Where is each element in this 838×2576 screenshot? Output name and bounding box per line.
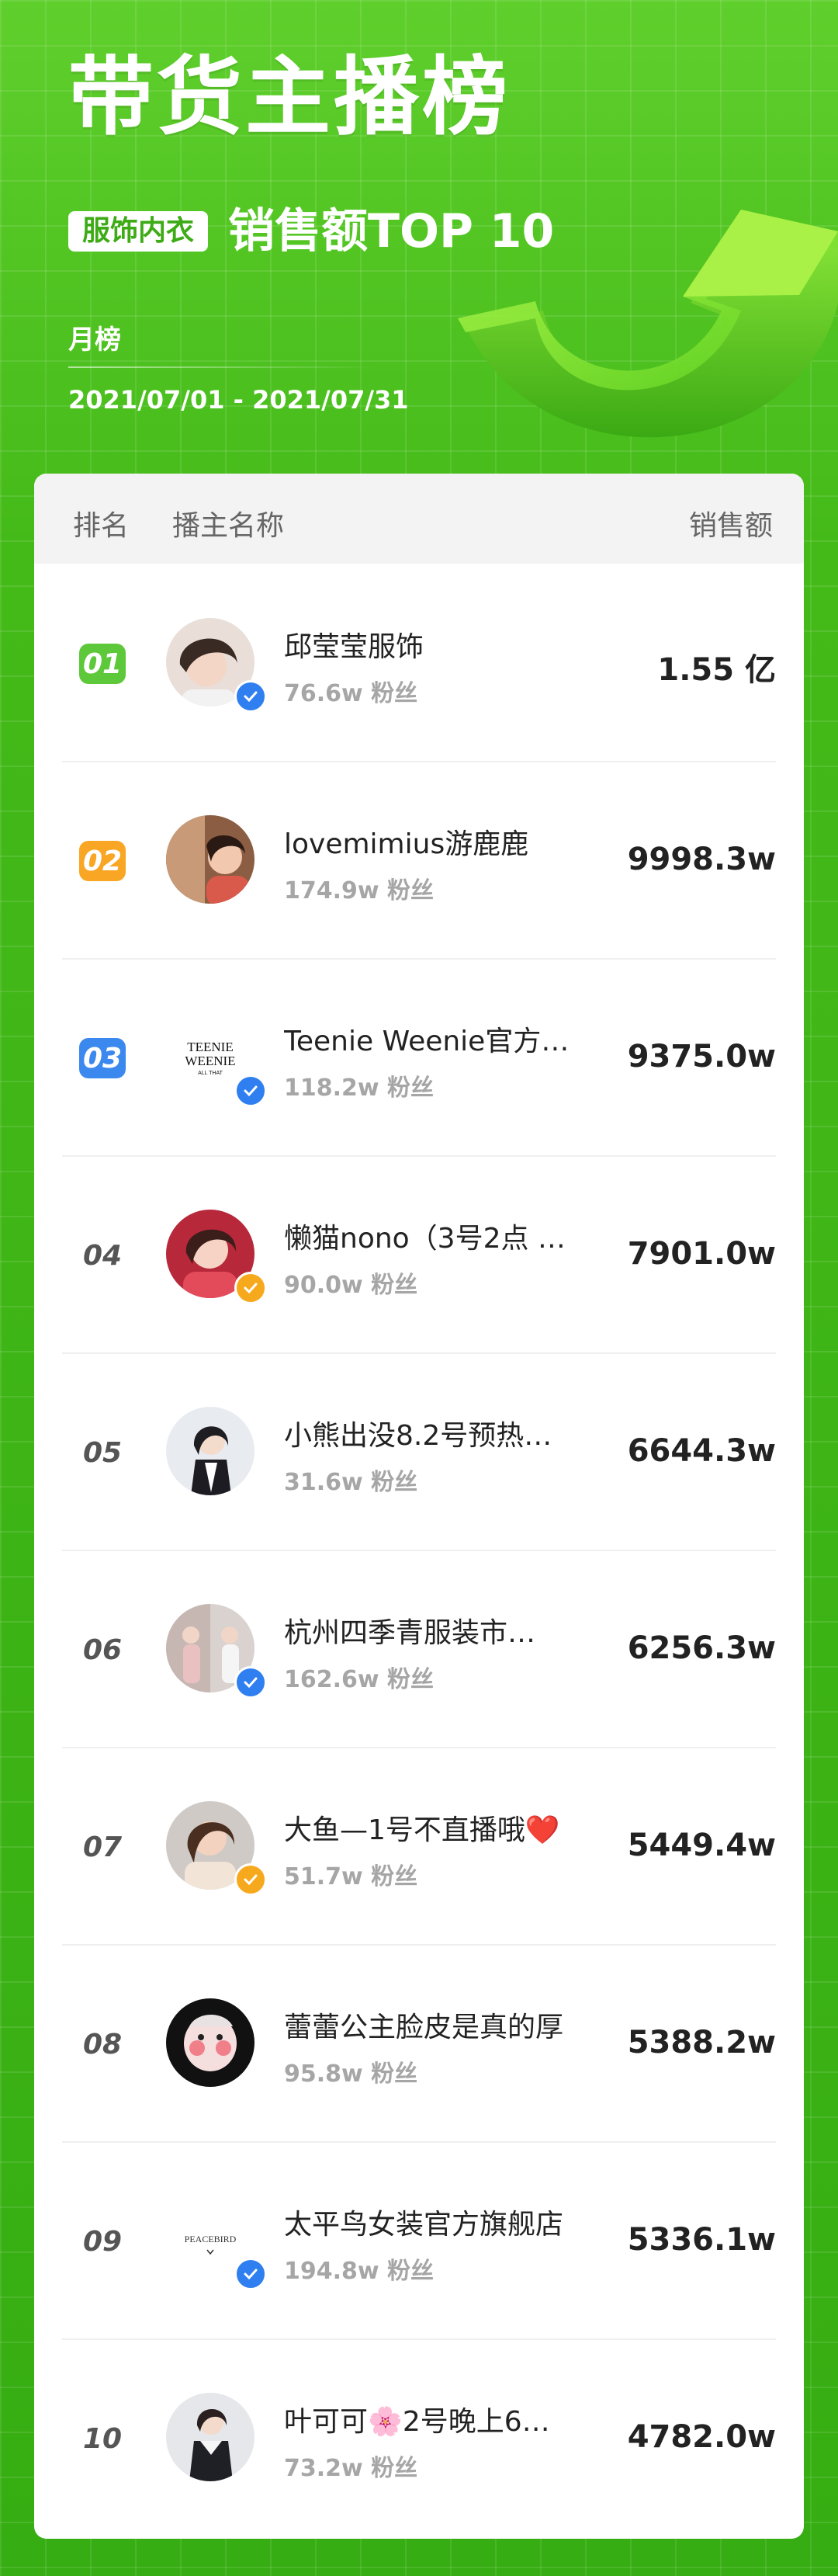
period-label: 月榜 <box>68 325 121 356</box>
sales-value: 9375.0w <box>627 1039 776 1074</box>
page-title: 带货主播榜 <box>68 47 511 147</box>
fan-count: 95.8w 粉丝 <box>284 2060 418 2088</box>
table-row[interactable]: 02 lovemimius游鹿鹿 174.9w 粉丝 9998.3w <box>62 761 776 960</box>
table-row[interactable]: 06 杭州四季青服装市… 162.6w 粉丝 6256.3w <box>62 1550 776 1748</box>
logo-line-2: WEENIE <box>185 1054 235 1068</box>
table-header: 排名 播主名称 销售额 <box>34 474 804 564</box>
table-row[interactable]: 07 大鱼—1号不直播哦❤️ 51.7w 粉丝 5449.4w <box>62 1747 776 1946</box>
avatar[interactable] <box>166 2393 255 2481</box>
streamer-name[interactable]: 杭州四季青服装市… <box>284 1610 610 1651</box>
streamer-name[interactable]: Teenie Weenie官方… <box>284 1019 610 1059</box>
date-range: 2021/07/01 - 2021/07/31 <box>68 385 409 415</box>
streamer-name[interactable]: lovemimius游鹿鹿 <box>284 821 610 862</box>
rank-number: 06 <box>82 1633 123 1666</box>
sales-value: 6256.3w <box>627 1630 776 1666</box>
fan-count: 73.2w 粉丝 <box>284 2455 418 2482</box>
rank-number: 08 <box>82 2028 123 2060</box>
verified-icon <box>234 2258 267 2290</box>
rank-number: 10 <box>82 2422 123 2455</box>
sales-value: 4782.0w <box>627 2419 776 2455</box>
column-header-rank: 排名 <box>73 510 130 542</box>
column-header-name: 播主名称 <box>172 510 285 542</box>
fan-count: 51.7w 粉丝 <box>284 1863 418 1890</box>
table-row[interactable]: 10 叶可可🌸2号晚上6… 73.2w 粉丝 4782.0w <box>62 2338 776 2536</box>
rank-number: 05 <box>82 1436 123 1469</box>
ranking-card: 排名 播主名称 销售额 01 邱莹莹服饰 76.6w 粉丝 1.55 亿 02 … <box>34 474 804 2539</box>
table-row[interactable]: 05 小熊出没8.2号预热… 31.6w 粉丝 6644.3w <box>62 1352 776 1551</box>
ranking-subtitle: 销售额TOP 10 <box>228 204 555 259</box>
fan-count: 31.6w 粉丝 <box>284 1469 418 1496</box>
logo-line-3: ALL THAT <box>198 1071 223 1076</box>
logo-text: PEACEBIRD <box>185 2234 237 2244</box>
streamer-name[interactable]: 懒猫nono（3号2点 … <box>284 1216 610 1256</box>
sales-value: 6644.3w <box>627 1433 776 1469</box>
rank-badge: 01 <box>79 644 126 684</box>
table-row[interactable]: 04 懒猫nono（3号2点 … 90.0w 粉丝 7901.0w <box>62 1155 776 1354</box>
verified-icon <box>234 1666 267 1699</box>
streamer-name[interactable]: 太平鸟女装官方旗舰店 <box>284 2202 610 2242</box>
sales-value: 1.55 亿 <box>657 652 776 688</box>
sales-value: 5336.1w <box>627 2222 776 2258</box>
streamer-name[interactable]: 蕾蕾公主脸皮是真的厚 <box>284 2005 610 2045</box>
table-row[interactable]: 03 TEENIE WEENIE ALL THAT Teenie Weenie官… <box>62 958 776 1157</box>
table-row[interactable]: 09 PEACEBIRD 太平鸟女装官方旗舰店 194.8w 粉丝 5336.1… <box>62 2141 776 2340</box>
fan-count: 194.8w 粉丝 <box>284 2258 435 2285</box>
sales-value: 9998.3w <box>627 842 776 877</box>
verified-icon <box>234 1863 267 1896</box>
streamer-name[interactable]: 大鱼—1号不直播哦❤️ <box>284 1807 610 1848</box>
sales-value: 5449.4w <box>627 1828 776 1863</box>
fan-count: 174.9w 粉丝 <box>284 877 435 904</box>
table-row[interactable]: 08 蕾蕾公主脸皮是真的厚 95.8w 粉丝 5388.2w <box>62 1944 776 2143</box>
category-badge: 服饰内衣 <box>68 211 209 252</box>
verified-icon <box>234 680 267 713</box>
rank-badge: 03 <box>79 1038 126 1078</box>
rank-number: 04 <box>82 1239 123 1272</box>
verified-icon <box>234 1074 267 1107</box>
category-row: 服饰内衣 销售额TOP 10 <box>68 208 554 255</box>
fan-count: 162.6w 粉丝 <box>284 1666 435 1693</box>
verified-icon <box>234 1272 267 1304</box>
rank-number: 07 <box>82 1831 123 1863</box>
streamer-name[interactable]: 小熊出没8.2号预热… <box>284 1413 610 1453</box>
column-header-sales: 销售额 <box>688 510 773 542</box>
avatar[interactable] <box>166 815 255 904</box>
sales-value: 7901.0w <box>627 1236 776 1272</box>
streamer-name[interactable]: 叶可可🌸2号晚上6… <box>284 2399 610 2439</box>
sales-value: 5388.2w <box>627 2025 776 2060</box>
avatar[interactable] <box>166 1998 255 2087</box>
rank-badge: 02 <box>79 841 126 881</box>
fan-count: 118.2w 粉丝 <box>284 1074 435 1102</box>
table-row[interactable]: 01 邱莹莹服饰 76.6w 粉丝 1.55 亿 <box>62 564 776 762</box>
avatar[interactable] <box>166 1407 255 1495</box>
logo-line-1: TEENIE <box>187 1040 233 1054</box>
fan-count: 90.0w 粉丝 <box>284 1272 418 1299</box>
streamer-name[interactable]: 邱莹莹服饰 <box>284 624 610 665</box>
fan-count: 76.6w 粉丝 <box>284 680 418 707</box>
rank-number: 09 <box>82 2225 123 2258</box>
header-divider <box>68 366 379 368</box>
